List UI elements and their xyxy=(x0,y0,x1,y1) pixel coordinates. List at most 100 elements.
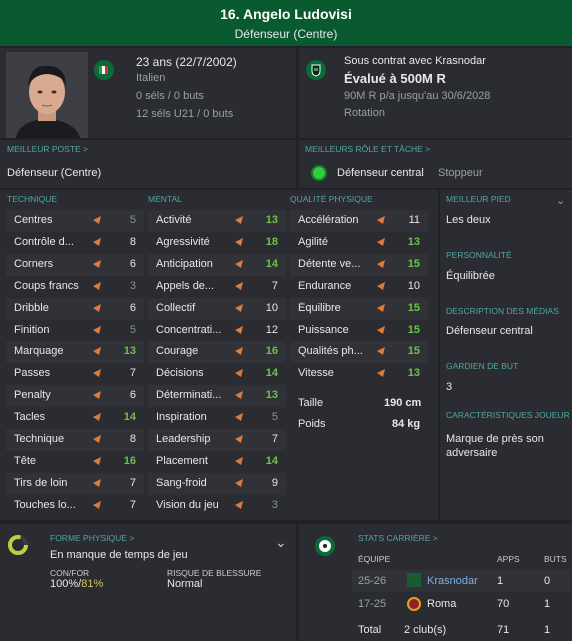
attribute-value: 5 xyxy=(129,323,136,336)
attribute-name: Concentrati... xyxy=(156,323,222,336)
attribute-row[interactable]: Inspiration 5 xyxy=(148,407,286,429)
italy-flag-icon xyxy=(94,60,114,80)
attribute-name: Détente ve... xyxy=(298,257,361,270)
attribute-name: Appels de... xyxy=(156,279,215,292)
ball-icon xyxy=(315,536,335,556)
attribute-row[interactable]: Détente ve... 15 xyxy=(290,253,428,276)
weight-label: Poids xyxy=(298,418,326,430)
attribute-row[interactable]: Qualités ph... 15 xyxy=(290,341,428,364)
attribute-row[interactable]: Agressivité 18 xyxy=(148,232,286,254)
total-label: Total xyxy=(358,624,382,636)
fitness-chevron-icon[interactable]: ⌄ xyxy=(275,534,287,551)
attribute-value: 13 xyxy=(265,214,278,226)
best-role-header[interactable]: MEILLEURS RÔLE ET TÂCHE > xyxy=(305,144,430,154)
attribute-row[interactable]: Équilibre 15 xyxy=(290,297,428,320)
trend-arrow-icon xyxy=(92,215,102,225)
attribute-name: Vision du jeu xyxy=(156,498,219,511)
attribute-name: Penalty xyxy=(14,389,51,402)
personality-value: Équilibrée xyxy=(446,270,495,282)
trend-arrow-icon xyxy=(234,412,244,422)
best-position-header[interactable]: MEILLEUR POSTE > xyxy=(7,144,88,154)
technique-header: TECHNIQUE xyxy=(7,194,58,204)
attribute-row[interactable]: Tirs de loin 7 xyxy=(6,472,144,495)
attribute-row[interactable]: Déterminati... 13 xyxy=(148,385,286,408)
team[interactable]: Roma xyxy=(427,598,456,610)
attribute-value: 18 xyxy=(265,235,278,248)
attribute-row[interactable]: Technique 8 xyxy=(6,429,144,451)
attribute-row[interactable]: Agilité 13 xyxy=(290,232,428,254)
traits-header: CARACTÉRISTIQUES JOUEUR xyxy=(446,410,570,420)
attribute-row[interactable]: Concentrati... 12 xyxy=(148,320,286,342)
expand-chevron-icon[interactable]: ⌄ xyxy=(556,194,565,207)
attribute-value: 8 xyxy=(129,235,136,248)
attribute-row[interactable]: Puissance 15 xyxy=(290,320,428,342)
injury-risk-header: RISQUE DE BLESSURE xyxy=(167,568,262,578)
confor-header: CON/FOR xyxy=(50,568,90,578)
attribute-row[interactable]: Appels de... 7 xyxy=(148,276,286,298)
player-photo xyxy=(6,52,88,138)
attribute-name: Coups francs xyxy=(14,279,79,292)
attribute-row[interactable]: Courage 16 xyxy=(148,341,286,364)
goals: 1 xyxy=(544,598,551,610)
attribute-value: 3 xyxy=(271,498,278,511)
attribute-row[interactable]: Contrôle d... 8 xyxy=(6,232,144,254)
contract-club: Sous contrat avec Krasnodar xyxy=(344,55,486,67)
attribute-value: 14 xyxy=(265,257,278,270)
trend-arrow-icon xyxy=(234,500,244,510)
attribute-value: 9 xyxy=(271,476,278,489)
attribute-row[interactable]: Vision du jeu 3 xyxy=(148,495,286,517)
player-position: Défenseur (Centre) xyxy=(234,27,338,41)
attribute-name: Accélération xyxy=(298,214,359,226)
attribute-row[interactable]: Endurance 10 xyxy=(290,276,428,298)
height-value: 190 cm xyxy=(384,397,422,409)
attribute-row[interactable]: Passes 7 xyxy=(6,363,144,385)
col-apps: APPS xyxy=(497,554,520,564)
weight-value: 84 kg xyxy=(392,418,421,430)
fitness-panel xyxy=(0,524,296,641)
trend-arrow-icon xyxy=(92,281,102,291)
attribute-row[interactable]: Accélération 11 xyxy=(290,210,428,232)
best-role-name: Défenseur central xyxy=(337,167,424,179)
mental-header: MENTAL xyxy=(148,194,182,204)
attribute-row[interactable]: Décisions 14 xyxy=(148,363,286,385)
contract-value: Évalué à 500M R xyxy=(344,71,446,86)
attribute-row[interactable]: Corners 6 xyxy=(6,253,144,276)
trend-arrow-icon xyxy=(92,368,102,378)
attribute-row[interactable]: Tête 16 xyxy=(6,451,144,473)
attribute-value: 7 xyxy=(271,433,278,445)
player-nationality: Italien xyxy=(136,72,166,84)
attribute-value: 3 xyxy=(129,279,136,292)
attribute-row[interactable]: Dribble 6 xyxy=(6,297,144,320)
trend-arrow-icon xyxy=(234,346,244,356)
attribute-row[interactable]: Marquage 13 xyxy=(6,341,144,364)
attribute-name: Décisions xyxy=(156,367,204,380)
attribute-row[interactable]: Centres 5 xyxy=(6,210,144,232)
trend-arrow-icon xyxy=(92,390,102,400)
attribute-row[interactable]: Leadership 7 xyxy=(148,429,286,451)
trend-arrow-icon xyxy=(92,303,102,313)
attribute-row[interactable]: Anticipation 14 xyxy=(148,253,286,276)
attribute-value: 8 xyxy=(129,433,136,445)
personality-header: PERSONNALITÉ xyxy=(446,250,512,260)
attribute-row[interactable]: Tacles 14 xyxy=(6,407,144,429)
attribute-name: Tacles xyxy=(14,411,46,424)
attribute-row[interactable]: Coups francs 3 xyxy=(6,276,144,298)
attribute-value: 7 xyxy=(129,498,136,511)
apps: 1 xyxy=(497,575,504,587)
attribute-row[interactable]: Activité 13 xyxy=(148,210,286,232)
trend-arrow-icon xyxy=(376,346,386,356)
total-goals: 1 xyxy=(544,624,551,636)
attribute-row[interactable]: Penalty 6 xyxy=(6,385,144,408)
trend-arrow-icon xyxy=(234,368,244,378)
attribute-row[interactable]: Collectif 10 xyxy=(148,297,286,320)
team-link[interactable]: Krasnodar xyxy=(427,575,478,587)
attribute-row[interactable]: Vitesse 13 xyxy=(290,363,428,385)
trend-arrow-icon xyxy=(376,303,386,313)
attribute-row[interactable]: Touches lo... 7 xyxy=(6,495,144,517)
attribute-row[interactable]: Finition 5 xyxy=(6,320,144,342)
career-header[interactable]: STATS CARRIÈRE > xyxy=(358,533,438,543)
fitness-header[interactable]: FORME PHYSIQUE > xyxy=(50,533,134,543)
player-caps: 0 séls / 0 buts xyxy=(136,90,204,102)
attribute-row[interactable]: Placement 14 xyxy=(148,451,286,473)
attribute-row[interactable]: Sang-froid 9 xyxy=(148,472,286,495)
